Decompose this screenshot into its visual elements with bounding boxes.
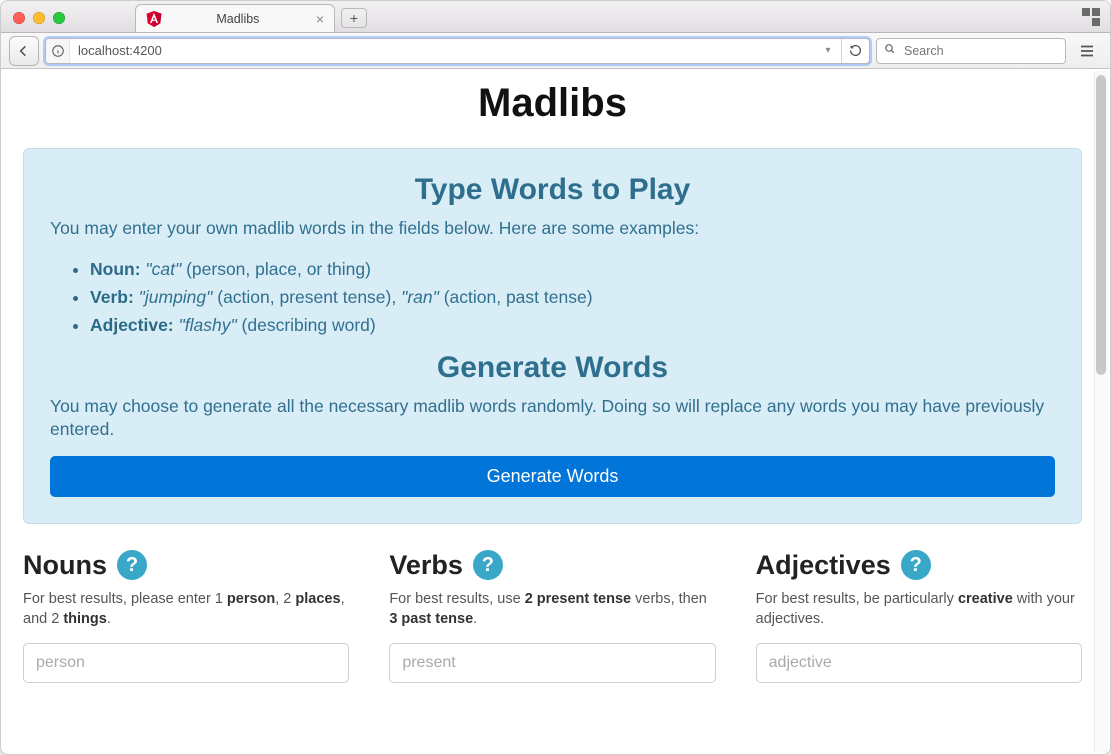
example-adjective: Adjective: "flashy" (describing word) — [90, 311, 1055, 339]
browser-toolbar: ▾ — [1, 33, 1110, 69]
url-input[interactable] — [70, 39, 815, 63]
verbs-column: Verbs ? For best results, use 2 present … — [389, 550, 715, 684]
scrollbar-track[interactable] — [1094, 71, 1108, 752]
example-list: Noun: "cat" (person, place, or thing) Ve… — [50, 255, 1055, 339]
nav-back-button[interactable] — [9, 36, 39, 66]
browser-window: Madlibs × + ▾ — [0, 0, 1111, 755]
close-tab-button[interactable]: × — [314, 12, 326, 26]
verbs-hint: For best results, use 2 present tense ve… — [389, 589, 715, 630]
example-noun: Noun: "cat" (person, place, or thing) — [90, 255, 1055, 283]
window-traffic-lights — [1, 12, 65, 32]
new-tab-button[interactable]: + — [341, 8, 367, 28]
adjectives-help-icon[interactable]: ? — [901, 550, 931, 580]
noun-input[interactable] — [23, 643, 349, 683]
titlebar-tiles-icon[interactable] — [1082, 8, 1100, 26]
generate-words-button[interactable]: Generate Words — [50, 456, 1055, 497]
verbs-help-icon[interactable]: ? — [473, 550, 503, 580]
tab-strip: Madlibs × + — [135, 4, 367, 32]
word-columns: Nouns ? For best results, please enter 1… — [23, 550, 1082, 684]
scrollbar-thumb[interactable] — [1096, 75, 1106, 375]
minimize-window-button[interactable] — [33, 12, 45, 24]
nouns-hint: For best results, please enter 1 person,… — [23, 589, 349, 630]
adjectives-hint: For best results, be particularly creati… — [756, 589, 1082, 630]
example-verb: Verb: "jumping" (action, present tense),… — [90, 283, 1055, 311]
browser-search-bar[interactable] — [876, 38, 1066, 64]
page-title: Madlibs — [23, 81, 1082, 126]
nouns-column: Nouns ? For best results, please enter 1… — [23, 550, 349, 684]
angular-favicon-icon — [146, 11, 162, 27]
page-viewport: Madlibs Type Words to Play You may enter… — [1, 69, 1110, 754]
verbs-heading: Verbs — [389, 550, 463, 581]
window-titlebar: Madlibs × + — [1, 1, 1110, 33]
nouns-heading: Nouns — [23, 550, 107, 581]
verb-input[interactable] — [389, 643, 715, 683]
adjectives-heading: Adjectives — [756, 550, 891, 581]
search-input[interactable] — [902, 43, 1067, 59]
tab-title: Madlibs — [170, 12, 306, 26]
panel-generate-text: You may choose to generate all the neces… — [50, 395, 1055, 442]
browser-tab[interactable]: Madlibs × — [135, 4, 335, 32]
panel-heading-generate: Generate Words — [50, 351, 1055, 385]
adjective-input[interactable] — [756, 643, 1082, 683]
site-info-icon[interactable] — [46, 39, 70, 63]
panel-intro-text: You may enter your own madlib words in t… — [50, 217, 1055, 241]
intro-panel: Type Words to Play You may enter your ow… — [23, 148, 1082, 524]
menu-button[interactable] — [1072, 37, 1102, 65]
zoom-window-button[interactable] — [53, 12, 65, 24]
reload-button[interactable] — [841, 39, 869, 63]
address-bar[interactable]: ▾ — [45, 38, 870, 64]
url-history-dropdown-icon[interactable]: ▾ — [815, 45, 841, 56]
nouns-help-icon[interactable]: ? — [117, 550, 147, 580]
search-icon — [883, 42, 896, 60]
close-window-button[interactable] — [13, 12, 25, 24]
panel-heading-type: Type Words to Play — [50, 173, 1055, 207]
adjectives-column: Adjectives ? For best results, be partic… — [756, 550, 1082, 684]
